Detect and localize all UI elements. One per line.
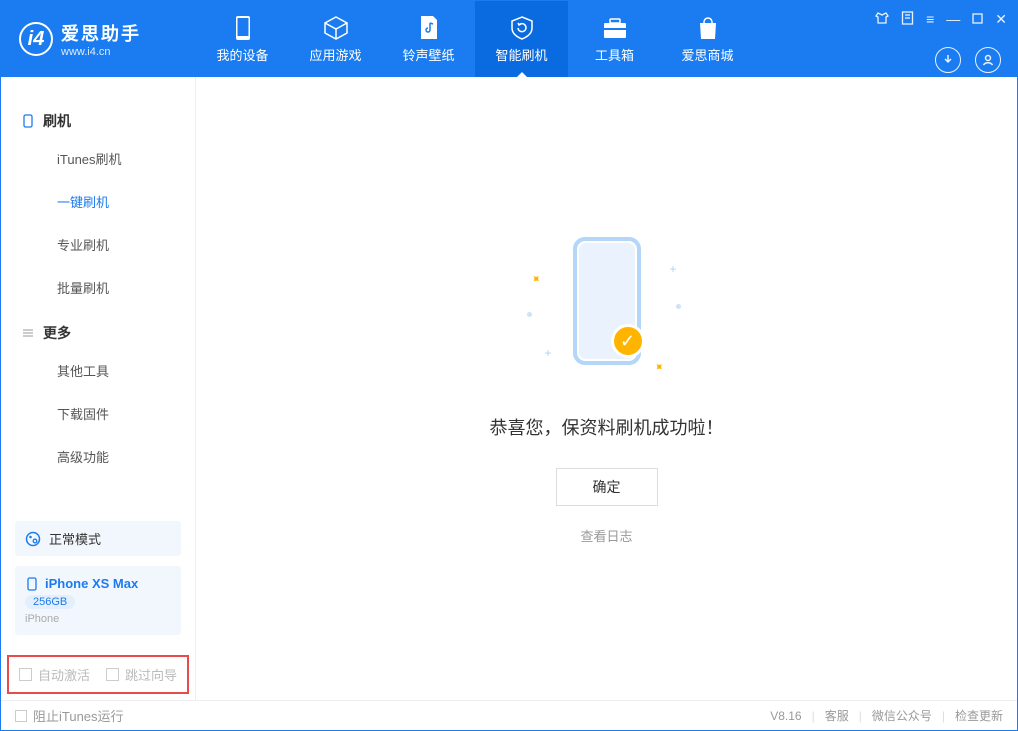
nav-label: 应用游戏 [309,45,361,64]
sidebar-item-other-tools[interactable]: 其他工具 [1,349,195,392]
sidebar-item-pro-flash[interactable]: 专业刷机 [1,223,195,266]
device-capacity: 256GB [25,595,75,609]
check-badge-icon: ✓ [611,324,645,358]
device-panel: 正常模式 iPhone XS Max 256GB iPhone [1,511,195,645]
device-type: iPhone [25,613,171,625]
sidebar-item-oneclick-flash[interactable]: 一键刷机 [1,180,195,223]
nav-label: 铃声壁纸 [402,45,454,64]
nav-apps-games[interactable]: 应用游戏 [289,1,382,77]
nav-label: 工具箱 [595,45,634,64]
checkbox-auto-activate[interactable]: 自动激活 [19,665,90,684]
ok-button[interactable]: 确定 [556,468,658,506]
nav-store[interactable]: 爱思商城 [661,1,754,77]
sidebar-section-more: 更多 [1,317,195,349]
refresh-shield-icon [509,15,535,41]
main-content: ✓ ✦++✦ 恭喜您，保资料刷机成功啦！ 确定 查看日志 [196,77,1017,700]
bag-icon [696,15,720,41]
checkbox-highlight-strip: 自动激活 跳过向导 [7,655,189,694]
menu-icon[interactable]: ≡ [926,11,934,27]
user-icon[interactable] [975,47,1001,73]
footer-link-wechat[interactable]: 微信公众号 [872,707,932,724]
sidebar-item-download-firmware[interactable]: 下载固件 [1,392,195,435]
success-message: 恭喜您，保资料刷机成功啦！ [490,414,724,440]
nav-toolbox[interactable]: 工具箱 [568,1,661,77]
cube-icon [323,15,349,41]
note-icon[interactable] [901,11,914,28]
music-file-icon [418,15,440,41]
sidebar-item-batch-flash[interactable]: 批量刷机 [1,266,195,309]
maximize-button[interactable] [972,11,983,27]
nav-ringtone-wallpaper[interactable]: 铃声壁纸 [382,1,475,77]
device-icon [234,15,252,41]
device-info-row[interactable]: iPhone XS Max 256GB iPhone [15,566,181,635]
footer-link-support[interactable]: 客服 [825,707,849,724]
list-icon [21,326,35,340]
nav-my-device[interactable]: 我的设备 [196,1,289,77]
window-controls: ≡ ― ✕ [865,5,1017,34]
sidebar-item-itunes-flash[interactable]: iTunes刷机 [1,137,195,180]
nav-label: 爱思商城 [681,45,733,64]
view-log-link[interactable]: 查看日志 [580,526,632,545]
device-mode-label: 正常模式 [49,529,101,548]
close-button[interactable]: ✕ [995,11,1007,28]
logo-area: i4 爱思助手 www.i4.cn [1,1,196,77]
phone-icon [21,114,35,128]
checkbox-skip-guide[interactable]: 跳过向导 [106,665,177,684]
device-mode-row[interactable]: 正常模式 [15,521,181,556]
nav-smart-flash[interactable]: 智能刷机 [475,1,568,77]
checkbox-block-itunes[interactable]: 阻止iTunes运行 [15,706,124,725]
toolbox-icon [602,15,628,41]
mode-icon [25,531,41,547]
sidebar: 刷机 iTunes刷机 一键刷机 专业刷机 批量刷机 更多 其他工具 下载固件 … [1,77,196,700]
download-icon[interactable] [935,47,961,73]
app-url: www.i4.cn [61,46,141,58]
shirt-icon[interactable] [875,11,889,28]
logo-icon: i4 [19,22,53,56]
minimize-button[interactable]: ― [946,11,960,27]
device-name-label: iPhone XS Max [45,576,138,591]
nav-label: 我的设备 [216,45,268,64]
app-name: 爱思助手 [61,20,141,46]
success-illustration: ✓ ✦++✦ [497,232,717,402]
footer-link-update[interactable]: 检查更新 [955,707,1003,724]
sidebar-section-flash: 刷机 [1,105,195,137]
device-phone-icon [25,577,39,591]
version-label: V8.16 [770,709,801,723]
nav-tabs: 我的设备 应用游戏 铃声壁纸 智能刷机 工具箱 爱思商城 [196,1,865,77]
nav-label: 智能刷机 [495,45,547,64]
header: i4 爱思助手 www.i4.cn 我的设备 应用游戏 铃声壁纸 智能刷机 工具… [1,1,1017,77]
footer: 阻止iTunes运行 V8.16 | 客服 | 微信公众号 | 检查更新 [1,700,1017,730]
sidebar-item-advanced[interactable]: 高级功能 [1,435,195,478]
